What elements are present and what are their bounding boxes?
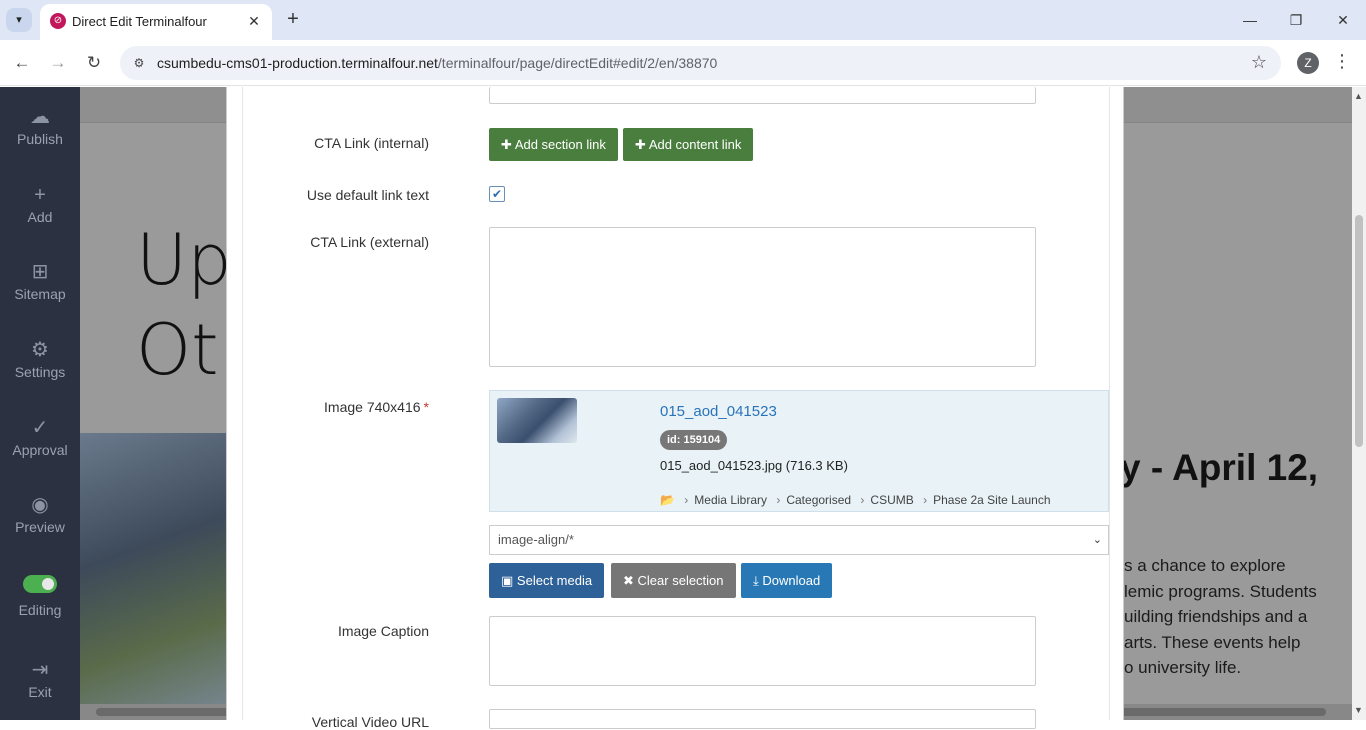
folder-icon: 📂 <box>660 493 675 507</box>
tab-search-button[interactable]: ▾ <box>6 8 32 32</box>
download-button[interactable]: ⤓ Download <box>741 563 833 598</box>
image-icon: ▣ <box>501 573 514 588</box>
gear-icon: ⚙ <box>31 339 49 361</box>
scroll-up-arrow-icon[interactable]: ▲ <box>1354 91 1363 101</box>
tab-title: Direct Edit Terminalfour <box>72 14 207 29</box>
plus-icon: + <box>34 184 46 206</box>
checkmark-icon: ✓ <box>31 417 49 439</box>
default-link-text-label: Use default link text <box>306 187 429 203</box>
edit-form: CTA Link (internal) ✚ Add section link ✚… <box>242 87 1110 730</box>
window-close-button[interactable]: ✕ <box>1333 10 1353 30</box>
add-content-link-button[interactable]: ✚ Add content link <box>623 128 754 161</box>
sidebar-item-publish[interactable]: ☁ Publish <box>0 105 80 147</box>
sidebar-item-preview[interactable]: ◉ Preview <box>0 493 80 535</box>
vertical-scroll-thumb[interactable] <box>1355 215 1363 447</box>
close-icon: ✖ <box>623 573 634 588</box>
cta-external-textarea[interactable] <box>489 227 1036 367</box>
profile-avatar[interactable]: Z <box>1297 52 1319 74</box>
edit-content-modal: CTA Link (internal) ✚ Add section link ✚… <box>226 87 1124 730</box>
next-field-label: Vertical Video URL <box>311 714 429 730</box>
image-align-select[interactable]: image-align/* ⌄ <box>489 525 1109 555</box>
exit-icon: ⇥ <box>31 659 49 681</box>
sidebar-item-exit[interactable]: ⇥ Exit <box>0 658 80 700</box>
vertical-scrollbar[interactable]: ▲ ▼ <box>1352 87 1366 720</box>
minimize-button[interactable]: — <box>1240 10 1260 30</box>
download-icon: ⤓ <box>753 573 759 588</box>
media-file-info: 015_aod_041523.jpg (716.3 KB) <box>660 458 848 473</box>
sidebar-item-approval[interactable]: ✓ Approval <box>0 416 80 458</box>
site-info-icon[interactable]: ⚙ <box>130 54 148 72</box>
browser-tab-bar: ▾ ⊘ Direct Edit Terminalfour ✕ + — ❐ ✕ <box>0 0 1366 40</box>
sidebar-item-add[interactable]: + Add <box>0 183 80 225</box>
sitemap-icon: ⊞ <box>31 261 49 283</box>
url-text: csumbedu-cms01-production.terminalfour.n… <box>157 55 718 71</box>
cms-sidebar: ☁ Publish + Add ⊞ Sitemap ⚙ Settings ✓ A… <box>0 87 80 720</box>
page-hero-photo <box>80 433 230 720</box>
restore-button[interactable]: ❐ <box>1286 10 1306 30</box>
tab-close-icon[interactable]: ✕ <box>244 11 264 31</box>
sidebar-item-settings[interactable]: ⚙ Settings <box>0 338 80 380</box>
image-caption-label: Image Caption <box>337 623 429 639</box>
cta-external-label: CTA Link (external) <box>310 234 429 250</box>
page-event-title: y - April 12, <box>1120 447 1319 488</box>
add-section-link-button[interactable]: ✚ Add section link <box>489 128 618 161</box>
address-bar[interactable]: ⚙ csumbedu-cms01-production.terminalfour… <box>120 46 1281 80</box>
new-tab-button[interactable]: + <box>282 9 304 31</box>
scroll-down-arrow-icon[interactable]: ▼ <box>1354 705 1363 715</box>
previous-textarea[interactable] <box>489 87 1036 104</box>
default-link-text-checkbox[interactable]: ✔ <box>489 186 505 202</box>
media-path-breadcrumb: 📂 › Media Library › Categorised › CSUMB › Ph… <box>660 493 1051 507</box>
editing-toggle[interactable] <box>23 575 57 593</box>
browser-menu-icon[interactable]: ⋮ <box>1333 51 1351 72</box>
next-field-input[interactable] <box>489 709 1036 729</box>
page-hero-heading: Up Ot <box>136 219 232 391</box>
eye-icon: ◉ <box>31 494 49 516</box>
cloud-upload-icon: ☁ <box>30 106 50 128</box>
image-label: Image 740x416 * <box>324 399 429 415</box>
chevron-down-icon: ⌄ <box>1092 534 1102 546</box>
browser-toolbar: ← → ↻ ⚙ csumbedu-cms01-production.termin… <box>0 40 1366 86</box>
cta-internal-label: CTA Link (internal) <box>314 135 429 151</box>
bookmark-star-icon[interactable]: ☆ <box>1251 52 1267 73</box>
back-button[interactable]: ← <box>10 51 34 75</box>
select-media-button[interactable]: ▣ Select media <box>489 563 605 598</box>
selected-media-card: 015_aod_041523 id: 159104 015_aod_041523… <box>489 390 1109 512</box>
media-title-link[interactable]: 015_aod_041523 <box>660 403 777 420</box>
clear-selection-button[interactable]: ✖ Clear selection <box>611 563 736 598</box>
reload-button[interactable]: ↻ <box>82 51 106 75</box>
page-event-description: s a chance to explore lemic programs. St… <box>1124 556 1317 677</box>
media-id-badge: id: 159104 <box>660 430 728 450</box>
sidebar-item-sitemap[interactable]: ⊞ Sitemap <box>0 260 80 302</box>
terminalfour-favicon-icon: ⊘ <box>50 13 66 29</box>
media-thumbnail <box>497 398 577 443</box>
image-caption-textarea[interactable] <box>489 616 1036 686</box>
browser-tab[interactable]: ⊘ Direct Edit Terminalfour ✕ <box>40 4 272 40</box>
forward-button[interactable]: → <box>46 51 70 75</box>
sidebar-item-editing[interactable]: Editing <box>0 575 80 618</box>
